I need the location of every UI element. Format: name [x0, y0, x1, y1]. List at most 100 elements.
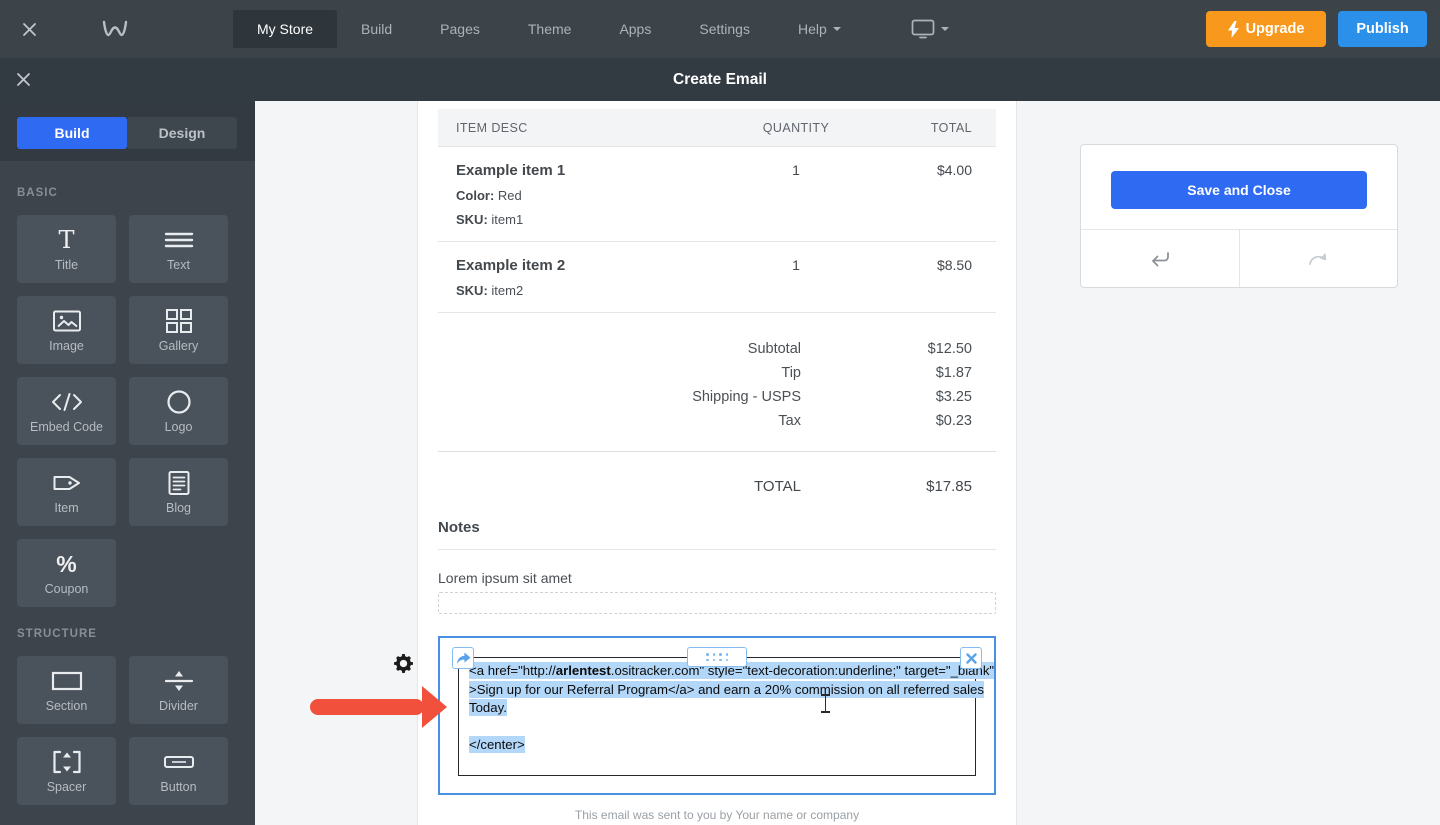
basic-tile-grid: T Title Text Image Gallery Embed Code Lo…: [17, 215, 238, 607]
order-table: ITEM DESC QUANTITY TOTAL Example item 1 …: [438, 109, 996, 313]
help-label: Help: [797, 21, 827, 37]
page-title: Create Email: [673, 70, 767, 88]
item-name: Example item 2: [456, 257, 566, 274]
text-lines-icon: [163, 226, 195, 254]
email-footer-text: This email was sent to you by Your name …: [574, 808, 860, 822]
code-line-4: </center>: [469, 736, 525, 753]
forward-arrow-icon: [456, 651, 470, 664]
chevron-down-icon: [940, 27, 949, 35]
tab-build[interactable]: Build: [17, 117, 127, 149]
blog-document-icon: [167, 469, 191, 497]
total-line-tip: Tip $1.87: [781, 365, 972, 381]
item-qty: 1: [792, 162, 800, 178]
tile-coupon[interactable]: % Coupon: [17, 539, 116, 607]
main-menu: My Store Build Pages Theme Apps Settings…: [233, 0, 967, 58]
undo-button[interactable]: [1081, 230, 1240, 287]
upgrade-label: Upgrade: [1245, 21, 1305, 37]
create-email-bar: Create Email: [0, 58, 1440, 101]
image-icon: [52, 307, 82, 335]
settings-gear-icon[interactable]: [393, 653, 414, 679]
tile-spacer[interactable]: Spacer: [17, 737, 116, 805]
tile-image[interactable]: Image: [17, 296, 116, 364]
table-row: Example item 2 SKU: item2 1 $8.50: [438, 241, 996, 312]
sidebar-tabs: Build Design: [0, 101, 255, 161]
grand-total-label: TOTAL: [754, 478, 801, 495]
button-pill-icon: [163, 748, 195, 776]
item-attr-color: Color: Red: [456, 188, 522, 203]
redo-icon: [1309, 252, 1327, 265]
chevron-down-icon: [832, 27, 841, 35]
code-line-2: >Sign up for our Referral Program</a> an…: [469, 680, 984, 698]
item-attr-sku: SKU: item1: [456, 212, 524, 227]
logo-circle-icon: [166, 388, 192, 416]
notes-heading: Notes: [438, 519, 480, 536]
red-pointer-arrow: [310, 686, 447, 728]
publish-label: Publish: [1356, 21, 1409, 37]
col-header-total: TOTAL: [930, 120, 972, 135]
delete-element-button[interactable]: [960, 647, 982, 669]
embed-code-editor[interactable]: <a href="http://arlentest.ositracker.com…: [452, 647, 995, 776]
item-total: $8.50: [936, 257, 972, 273]
save-and-close-button[interactable]: Save and Close: [1111, 171, 1367, 209]
redo-button[interactable]: [1240, 230, 1398, 287]
weebly-logo-icon[interactable]: [101, 16, 129, 42]
grand-total-row: TOTAL $17.85: [438, 452, 996, 495]
tile-gallery[interactable]: Gallery: [129, 296, 228, 364]
empty-drop-zone[interactable]: [438, 592, 996, 614]
total-line-shipping: Shipping - USPS $3.25: [692, 389, 972, 405]
tab-design[interactable]: Design: [127, 117, 237, 149]
drag-dots-icon: [706, 653, 728, 661]
undo-redo-row: [1081, 229, 1397, 287]
text-cursor: [821, 694, 830, 713]
table-row: Example item 1 Color: Red SKU: item1 1 $…: [438, 146, 996, 241]
upgrade-button[interactable]: Upgrade: [1206, 11, 1326, 47]
nav-item-help[interactable]: Help: [774, 0, 865, 58]
item-name: Example item 1: [456, 162, 566, 179]
element-sidebar: Build Design BASIC T Title Text Image Ga…: [0, 101, 255, 825]
lightning-bolt-icon: [1227, 20, 1239, 38]
nav-item-my-store[interactable]: My Store: [233, 10, 338, 48]
close-editor-icon[interactable]: [22, 22, 37, 37]
price-tag-icon: [51, 469, 83, 497]
basic-section-label: BASIC: [17, 187, 58, 199]
close-create-email-icon[interactable]: [16, 72, 31, 87]
col-header-item-desc: ITEM DESC: [456, 120, 528, 135]
totals-block: Subtotal $12.50 Tip $1.87 Shipping - USPS $…: [438, 337, 996, 433]
close-icon: [965, 652, 977, 664]
selected-embed-section[interactable]: <a href="http://arlentest.ositracker.com…: [438, 636, 996, 795]
tile-title[interactable]: T Title: [17, 215, 116, 283]
tile-item[interactable]: Item: [17, 458, 116, 526]
tile-section[interactable]: Section: [17, 656, 116, 724]
gallery-grid-icon: [165, 307, 193, 335]
email-canvas: ITEM DESC QUANTITY TOTAL Example item 1 …: [417, 101, 1017, 825]
tile-divider[interactable]: Divider: [129, 656, 228, 724]
total-line-tax: Tax $0.23: [778, 413, 972, 429]
notes-body-text: Lorem ipsum sit amet: [438, 570, 572, 586]
nav-item-build[interactable]: Build: [337, 0, 416, 58]
tile-logo[interactable]: Logo: [129, 377, 228, 445]
structure-tile-grid: Section Divider Spacer Button: [17, 656, 238, 805]
nav-item-settings[interactable]: Settings: [675, 0, 774, 58]
divider-icon: [163, 667, 195, 695]
code-line-3: Today.: [469, 699, 507, 716]
title-icon: T: [58, 226, 75, 254]
spacer-icon: [51, 748, 83, 776]
tile-embed-code[interactable]: Embed Code: [17, 377, 116, 445]
section-rect-icon: [51, 667, 83, 695]
tile-button[interactable]: Button: [129, 737, 228, 805]
tile-blog[interactable]: Blog: [129, 458, 228, 526]
item-attr-sku: SKU: item2: [456, 283, 524, 298]
tile-text[interactable]: Text: [129, 215, 228, 283]
grand-total-value: $17.85: [926, 478, 972, 495]
drag-handle[interactable]: [687, 647, 747, 667]
publish-button[interactable]: Publish: [1338, 11, 1427, 47]
undo-icon: [1151, 251, 1169, 266]
move-element-button[interactable]: [452, 647, 474, 669]
element-panel: BASIC T Title Text Image Gallery Embed C…: [0, 161, 255, 805]
col-header-quantity: QUANTITY: [762, 120, 830, 135]
device-preview-dropdown[interactable]: [893, 19, 967, 39]
nav-item-theme[interactable]: Theme: [504, 0, 596, 58]
nav-item-apps[interactable]: Apps: [595, 0, 675, 58]
nav-item-pages[interactable]: Pages: [416, 0, 504, 58]
